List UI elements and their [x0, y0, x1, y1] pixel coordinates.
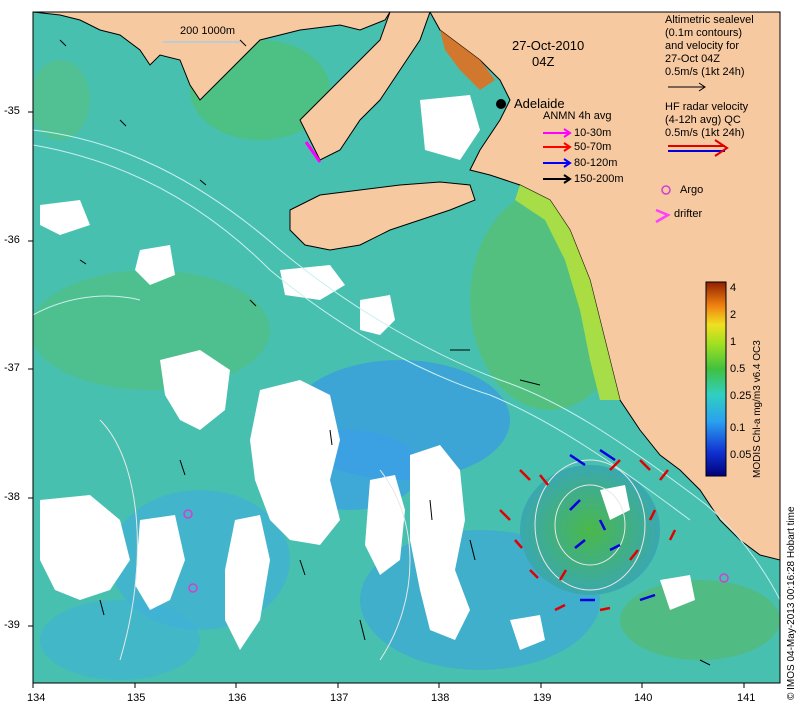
x-tick-label: 138 [431, 692, 450, 704]
anmn-item-label: 80-120m [574, 157, 618, 169]
city-marker [496, 99, 506, 109]
altimetry-line: (0.1m contours) [665, 27, 743, 39]
colorbar-tick: 0.5 [730, 363, 746, 375]
colorbar-tick: 0.05 [730, 449, 752, 461]
altimetry-line: and velocity for [665, 40, 739, 52]
hf-legend: HF radar velocity (4-12h avg) QC 0.5m/s … [665, 101, 748, 140]
hf-line: HF radar velocity [665, 101, 749, 113]
y-tick-label: -38 [4, 491, 20, 503]
anmn-title: ANMN 4h avg [543, 110, 612, 122]
credit-line: © IMOS 04-May-2013 00:16:28 Hobart time [786, 506, 797, 700]
x-tick-label: 136 [228, 692, 247, 704]
x-tick-label: 134 [27, 692, 46, 704]
colorbar-tick: 1 [730, 336, 737, 348]
colorbar-tick: 4 [730, 282, 737, 294]
altimetry-line: 27-Oct 04Z [665, 53, 721, 65]
hf-line: (4-12h avg) QC [665, 114, 741, 126]
y-tick-label: -35 [4, 105, 20, 117]
colorbar-title: MODIS Chl-a mg/m3 v6.4 OC3 [752, 340, 763, 478]
x-tick-label: 139 [533, 692, 552, 704]
altimetry-line: 0.5m/s (1kt 24h) [665, 66, 745, 78]
map-time: 04Z [532, 54, 555, 69]
city-label: Adelaide [514, 96, 565, 111]
altimetry-legend: Altimetric sealevel (0.1m contours) and … [665, 14, 754, 79]
scale-label: 200 1000m [180, 25, 236, 37]
y-tick-label: -39 [4, 619, 20, 631]
colorbar [705, 281, 727, 477]
altimetry-line: Altimetric sealevel [665, 14, 754, 26]
colorbar-tick: 0.1 [730, 422, 746, 434]
map-date: 27-Oct-2010 [512, 38, 585, 53]
anmn-item-label: 150-200m [574, 173, 624, 185]
drifter-label: drifter [674, 208, 703, 220]
x-tick-label: 140 [634, 692, 653, 704]
hf-line: 0.5m/s (1kt 24h) [665, 127, 745, 139]
y-tick-label: -37 [4, 362, 20, 374]
anmn-item-label: 50-70m [574, 141, 612, 153]
x-tick-label: 141 [737, 692, 756, 704]
argo-label: Argo [680, 184, 704, 196]
colorbar-tick: 2 [730, 309, 737, 321]
x-tick-label: 135 [127, 692, 146, 704]
anmn-item-label: 10-30m [574, 127, 612, 139]
colorbar-tick: 0.25 [730, 390, 752, 402]
x-tick-label: 137 [330, 692, 349, 704]
y-tick-label: -36 [4, 234, 20, 246]
